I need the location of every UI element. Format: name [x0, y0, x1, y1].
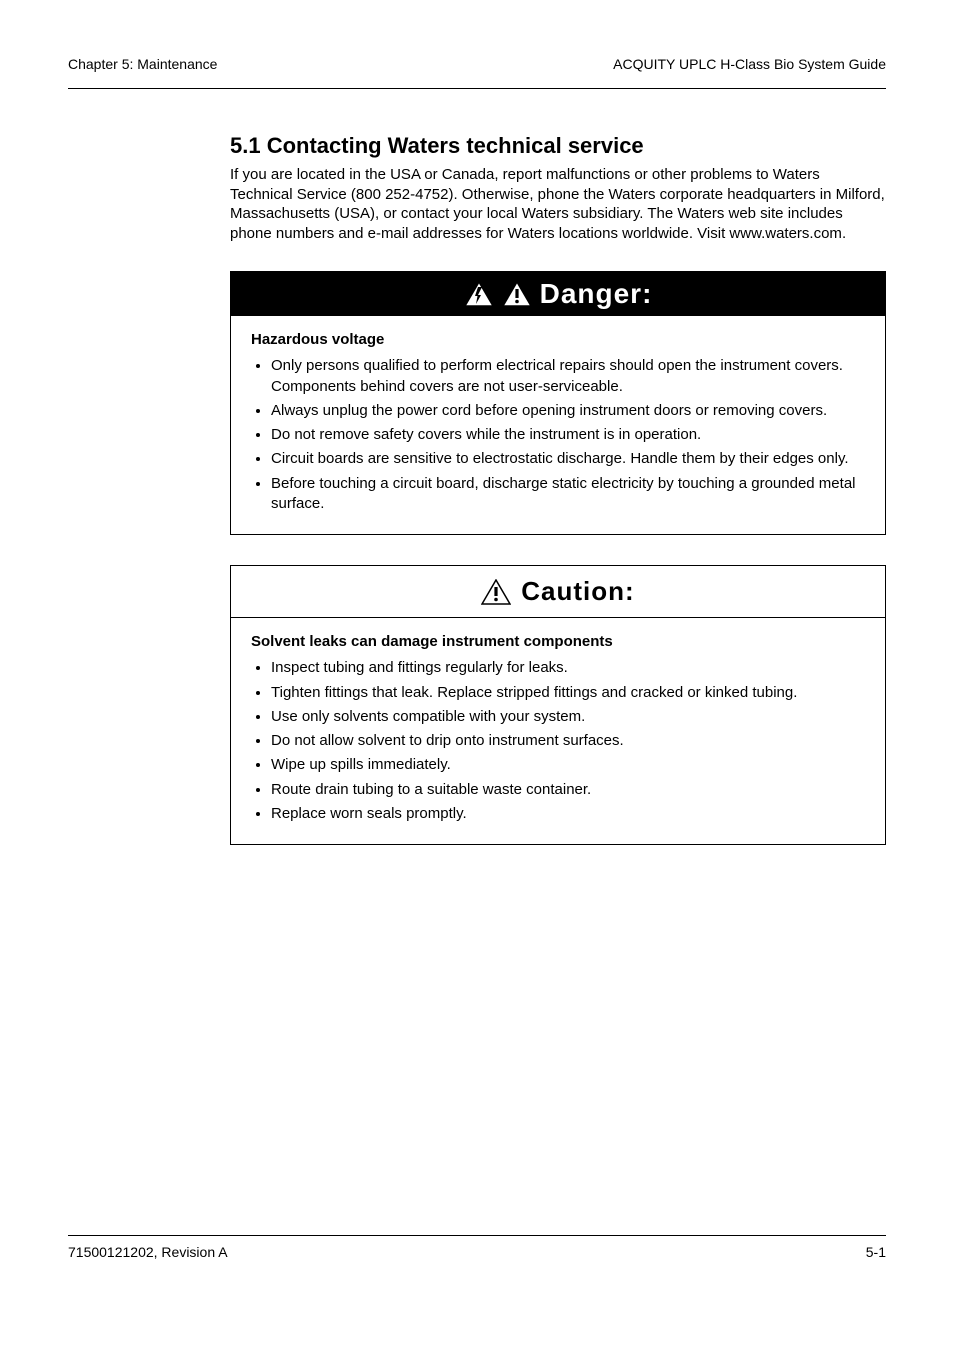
bolt-triangle-icon — [464, 281, 494, 307]
header-right: ACQUITY UPLC H-Class Bio System Guide — [613, 56, 886, 72]
content-column: 5.1 Contacting Waters technical service … — [230, 133, 886, 845]
danger-label: Danger: — [540, 278, 653, 310]
list-item: Circuit boards are sensitive to electros… — [271, 449, 865, 469]
list-item: Wipe up spills immediately. — [271, 755, 865, 775]
caution-subhead: Solvent leaks can damage instrument comp… — [251, 632, 865, 652]
header-rule — [68, 88, 886, 89]
danger-subhead: Hazardous voltage — [251, 330, 865, 350]
list-item: Use only solvents compatible with your s… — [271, 707, 865, 727]
section-heading: 5.1 Contacting Waters technical service — [230, 133, 886, 159]
danger-header: Danger: — [231, 272, 885, 316]
caution-label: Caution: — [521, 576, 634, 607]
list-item: Tighten fittings that leak. Replace stri… — [271, 683, 865, 703]
intro-link[interactable]: www.waters.com — [729, 225, 842, 242]
footer-right: 5-1 — [866, 1244, 886, 1260]
page-header: Chapter 5: Maintenance ACQUITY UPLC H-Cl… — [68, 56, 886, 78]
header-left: Chapter 5: Maintenance — [68, 56, 217, 72]
exclaim-triangle-icon — [502, 281, 532, 307]
list-item: Do not allow solvent to drip onto instru… — [271, 731, 865, 751]
list-item: Always unplug the power cord before open… — [271, 401, 865, 421]
intro-text-2: . — [842, 225, 846, 242]
footer-rule — [68, 1235, 886, 1236]
list-item: Before touching a circuit board, dischar… — [271, 474, 865, 515]
page-footer: 71500121202, Revision A 5-1 — [68, 1244, 886, 1260]
list-item: Do not remove safety covers while the in… — [271, 425, 865, 445]
caution-list: Inspect tubing and fittings regularly fo… — [251, 658, 865, 824]
list-item: Inspect tubing and fittings regularly fo… — [271, 658, 865, 678]
page: Chapter 5: Maintenance ACQUITY UPLC H-Cl… — [0, 0, 954, 1348]
list-item: Replace worn seals promptly. — [271, 804, 865, 824]
caution-body: Solvent leaks can damage instrument comp… — [231, 618, 885, 844]
caution-header: Caution: — [231, 566, 885, 618]
footer-left: 71500121202, Revision A — [68, 1244, 228, 1260]
danger-callout: Danger: Hazardous voltage Only persons q… — [230, 271, 886, 535]
danger-list: Only persons qualified to perform electr… — [251, 356, 865, 514]
exclaim-triangle-icon — [481, 579, 511, 605]
caution-callout: Caution: Solvent leaks can damage instru… — [230, 565, 886, 845]
list-item: Route drain tubing to a suitable waste c… — [271, 780, 865, 800]
list-item: Only persons qualified to perform electr… — [271, 356, 865, 397]
danger-body: Hazardous voltage Only persons qualified… — [231, 316, 885, 534]
section-intro: If you are located in the USA or Canada,… — [230, 165, 886, 243]
